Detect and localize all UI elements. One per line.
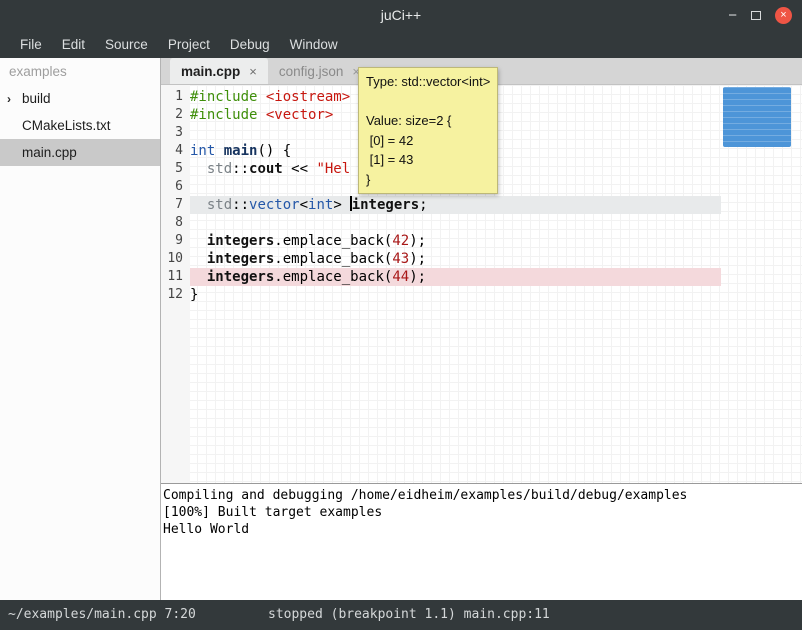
tooltip-line: [1] = 43 (366, 150, 490, 170)
tree-item-main-cpp[interactable]: main.cpp (0, 139, 160, 166)
menu-item-debug[interactable]: Debug (220, 32, 280, 57)
code-line-7[interactable]: 7 std::vector<int> integers; (161, 196, 721, 214)
tree-item-build[interactable]: ›build (0, 85, 160, 112)
tab-config-json[interactable]: config.json× (268, 58, 371, 84)
app-window: juCi++ − × FileEditSourceProjectDebugWin… (0, 0, 802, 630)
tab-label: main.cpp (181, 64, 240, 79)
status-bar: ~/examples/main.cpp 7:20 stopped (breakp… (0, 600, 802, 630)
code-line-8[interactable]: 8 (161, 214, 721, 232)
output-line: Compiling and debugging /home/eidheim/ex… (163, 487, 800, 504)
code-line-10[interactable]: 10 integers.emplace_back(43); (161, 250, 721, 268)
code-text: std::vector<int> integers; (190, 196, 721, 214)
tree-item-label: CMakeLists.txt (22, 118, 111, 133)
file-tree: ›build CMakeLists.txt main.cpp (0, 85, 160, 166)
code-text: integers.emplace_back(42); (190, 232, 721, 250)
line-number: 8 (161, 214, 190, 232)
code-text (190, 214, 721, 232)
tree-item-cmakelists-txt[interactable]: CMakeLists.txt (0, 112, 160, 139)
code-line-12[interactable]: 12} (161, 286, 721, 304)
tree-item-label: build (22, 91, 51, 106)
tooltip-line: } (366, 170, 490, 190)
menu-item-edit[interactable]: Edit (52, 32, 95, 57)
line-number: 2 (161, 106, 190, 124)
title-bar: juCi++ − × (0, 0, 802, 30)
line-number: 1 (161, 88, 190, 106)
line-number: 6 (161, 178, 190, 196)
line-number: 11 (161, 268, 190, 286)
tab-close-icon[interactable]: × (249, 64, 257, 79)
line-number: 7 (161, 196, 190, 214)
line-number: 9 (161, 232, 190, 250)
window-title: juCi++ (381, 7, 421, 23)
tooltip-line: Type: std::vector<int> (366, 72, 490, 92)
minimap-visible-region[interactable] (723, 87, 791, 147)
code-text: integers.emplace_back(43); (190, 250, 721, 268)
line-number: 10 (161, 250, 190, 268)
output-line: Hello World (163, 521, 800, 538)
menu-item-file[interactable]: File (10, 32, 52, 57)
tooltip-line (366, 92, 490, 112)
restore-button[interactable] (751, 11, 761, 20)
output-line: [100%] Built target examples (163, 504, 800, 521)
menubar: FileEditSourceProjectDebugWindow (0, 30, 802, 58)
tab-main-cpp[interactable]: main.cpp × (170, 58, 268, 84)
menu-item-window[interactable]: Window (280, 32, 348, 57)
expander-icon[interactable]: › (7, 92, 22, 106)
output-panel[interactable]: Compiling and debugging /home/eidheim/ex… (161, 483, 802, 600)
tab-label: config.json (279, 64, 344, 79)
tree-item-label: main.cpp (22, 145, 77, 160)
tooltip-line: [0] = 42 (366, 131, 490, 151)
line-number: 3 (161, 124, 190, 142)
window-controls: − × (728, 0, 792, 30)
project-root-label: examples (0, 58, 160, 85)
code-text: integers.emplace_back(44); (190, 268, 721, 286)
code-text: } (190, 286, 721, 304)
close-button[interactable]: × (775, 7, 792, 24)
file-explorer-sidebar: examples ›build CMakeLists.txt main.cpp (0, 58, 161, 600)
line-number: 4 (161, 142, 190, 160)
code-line-9[interactable]: 9 integers.emplace_back(42); (161, 232, 721, 250)
status-debug-state: stopped (breakpoint 1.1) main.cpp:11 (268, 600, 550, 630)
menu-item-source[interactable]: Source (95, 32, 158, 57)
line-number: 5 (161, 160, 190, 178)
status-file-position: ~/examples/main.cpp 7:20 (8, 600, 196, 630)
debug-tooltip: Type: std::vector<int> Value: size=2 { [… (358, 67, 498, 194)
menu-item-project[interactable]: Project (158, 32, 220, 57)
code-line-11[interactable]: 11 integers.emplace_back(44); (161, 268, 721, 286)
tooltip-line: Value: size=2 { (366, 111, 490, 131)
line-number: 12 (161, 286, 190, 304)
minimize-button[interactable]: − (728, 8, 737, 23)
